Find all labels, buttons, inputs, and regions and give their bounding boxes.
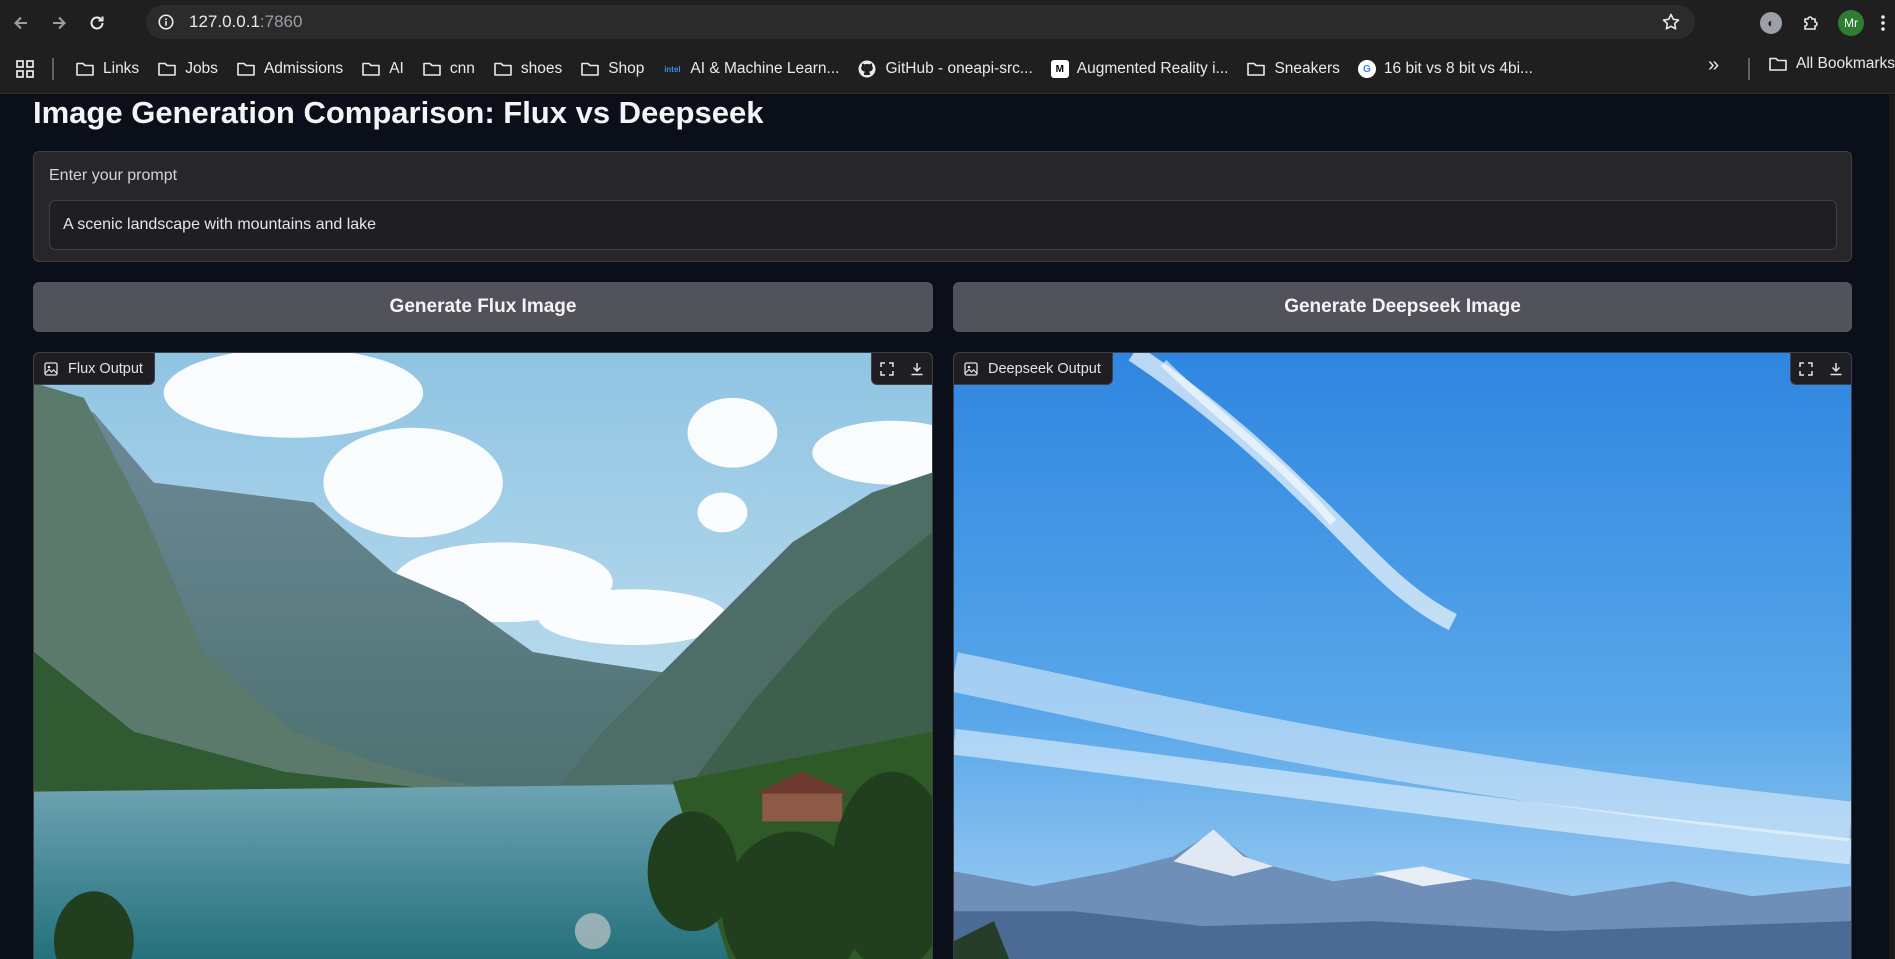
- bookmark-item[interactable]: cnn: [413, 54, 484, 84]
- bookmark-label: Admissions: [263, 60, 344, 77]
- more-bookmarks-button[interactable]: »: [1708, 54, 1719, 77]
- apps-grid-button[interactable]: [12, 56, 38, 82]
- bookmarks-bar: Links Jobs Admissions AI cnn shoes Shop intel AI…: [0, 45, 1895, 94]
- kebab-menu-icon: [1881, 14, 1885, 31]
- bookmark-item[interactable]: Admissions: [227, 54, 352, 84]
- google-favicon-icon: G: [1357, 60, 1376, 78]
- bookmark-star-icon[interactable]: [1661, 12, 1681, 37]
- bookmark-label: Links: [103, 60, 140, 77]
- bookmark-label: AI: [389, 60, 404, 77]
- deepseek-download-button[interactable]: [1821, 353, 1851, 385]
- bookmarks-divider: [1748, 58, 1750, 80]
- deepseek-fullscreen-button[interactable]: [1791, 353, 1821, 385]
- download-icon: [1830, 363, 1842, 376]
- bookmark-list: Links Jobs Admissions AI cnn shoes Shop intel AI…: [66, 54, 1542, 84]
- bookmark-item[interactable]: Jobs: [148, 54, 227, 84]
- deepseek-output-label-text: Deepseek Output: [988, 360, 1101, 377]
- github-favicon-icon: [858, 60, 876, 78]
- folder-icon: [362, 62, 380, 76]
- prompt-block: Enter your prompt A scenic landscape wit…: [33, 151, 1852, 262]
- image-icon: [964, 361, 978, 376]
- folder-icon: [76, 62, 94, 76]
- deepseek-output-actions: [1790, 353, 1851, 385]
- flux-output-label: Flux Output: [34, 353, 155, 385]
- all-bookmarks-folder[interactable]: All Bookmarks: [1768, 54, 1895, 74]
- browser-toolbar: 127.0.0.1:7860 ◐ Mr: [0, 0, 1895, 45]
- generate-flux-button[interactable]: Generate Flux Image: [33, 282, 933, 332]
- avatar: Mr: [1838, 9, 1864, 36]
- folder-icon: [494, 62, 512, 76]
- folder-icon: [581, 62, 600, 76]
- bookmark-label: GitHub - oneapi-src...: [885, 60, 1033, 77]
- forward-button[interactable]: [42, 6, 76, 40]
- bookmark-item[interactable]: M Augmented Reality i...: [1042, 54, 1238, 84]
- reload-icon: [90, 16, 104, 29]
- folder-icon: [237, 62, 255, 76]
- all-bookmarks-label: All Bookmarks: [1796, 55, 1895, 72]
- image-icon: [44, 361, 58, 376]
- generate-deepseek-button[interactable]: Generate Deepseek Image: [953, 282, 1852, 332]
- puzzle-icon: [1804, 15, 1818, 30]
- bookmark-label: Sneakers: [1274, 60, 1340, 77]
- deepseek-output-image: [954, 353, 1851, 959]
- arrow-left-icon: [14, 16, 27, 29]
- bookmark-label: Augmented Reality i...: [1076, 60, 1229, 77]
- menu-button[interactable]: [1871, 3, 1895, 43]
- page-scrollbar[interactable]: [1889, 95, 1895, 959]
- folder-icon: [158, 62, 176, 76]
- prompt-input[interactable]: A scenic landscape with mountains and la…: [49, 200, 1837, 250]
- url-text: 127.0.0.1:7860: [189, 12, 302, 32]
- extensions-menu-button[interactable]: [1791, 3, 1831, 43]
- flux-output-image: [34, 353, 932, 959]
- apps-grid-icon: [16, 60, 34, 78]
- intel-favicon-icon: intel: [664, 64, 681, 74]
- bookmark-item[interactable]: shoes: [484, 54, 571, 84]
- bookmark-item[interactable]: intel AI & Machine Learn...: [653, 54, 848, 84]
- deepseek-output-panel: Deepseek Output: [953, 352, 1852, 959]
- site-info-icon[interactable]: [155, 11, 177, 33]
- bookmark-item[interactable]: Shop: [571, 54, 653, 84]
- arrow-right-icon: [53, 16, 66, 29]
- profile-button[interactable]: Mr: [1831, 3, 1871, 43]
- fullscreen-icon: [880, 362, 894, 376]
- bookmarks-divider: [52, 58, 54, 80]
- reload-button[interactable]: [80, 6, 114, 40]
- flux-output-actions: [871, 353, 932, 385]
- flux-download-button[interactable]: [902, 353, 932, 385]
- url-host: 127.0.0.1: [189, 12, 260, 31]
- download-icon: [911, 363, 923, 376]
- url-port: :7860: [259, 12, 303, 31]
- bookmark-item[interactable]: G 16 bit vs 8 bit vs 4bi...: [1349, 54, 1542, 84]
- flux-output-panel: Flux Output: [33, 352, 933, 959]
- bookmark-item[interactable]: GitHub - oneapi-src...: [848, 54, 1041, 84]
- extension-button[interactable]: ◐: [1751, 3, 1791, 43]
- extension-icon: ◐: [1760, 11, 1782, 34]
- bookmark-label: shoes: [520, 60, 563, 77]
- deepseek-output-label: Deepseek Output: [954, 353, 1113, 385]
- flux-output-label-text: Flux Output: [68, 360, 143, 377]
- bookmark-label: cnn: [449, 60, 475, 77]
- folder-icon: [1247, 62, 1266, 76]
- page-title: Image Generation Comparison: Flux vs Dee…: [33, 95, 764, 130]
- flux-fullscreen-button[interactable]: [872, 353, 902, 385]
- bookmark-label: Shop: [608, 60, 645, 77]
- app-page: Image Generation Comparison: Flux vs Dee…: [0, 95, 1895, 959]
- bookmark-label: Jobs: [185, 60, 218, 77]
- address-bar[interactable]: 127.0.0.1:7860: [146, 5, 1695, 39]
- bookmark-label: 16 bit vs 8 bit vs 4bi...: [1383, 60, 1533, 77]
- bookmark-item[interactable]: Links: [66, 54, 148, 84]
- bookmark-label: AI & Machine Learn...: [690, 60, 840, 77]
- prompt-label: Enter your prompt: [49, 167, 178, 184]
- bookmark-item[interactable]: Sneakers: [1237, 54, 1348, 84]
- back-button[interactable]: [4, 6, 38, 40]
- folder-icon: [1769, 57, 1787, 71]
- bookmark-item[interactable]: AI: [352, 54, 413, 84]
- fullscreen-icon: [1799, 362, 1813, 376]
- medium-favicon-icon: M: [1050, 60, 1069, 78]
- folder-icon: [423, 62, 441, 76]
